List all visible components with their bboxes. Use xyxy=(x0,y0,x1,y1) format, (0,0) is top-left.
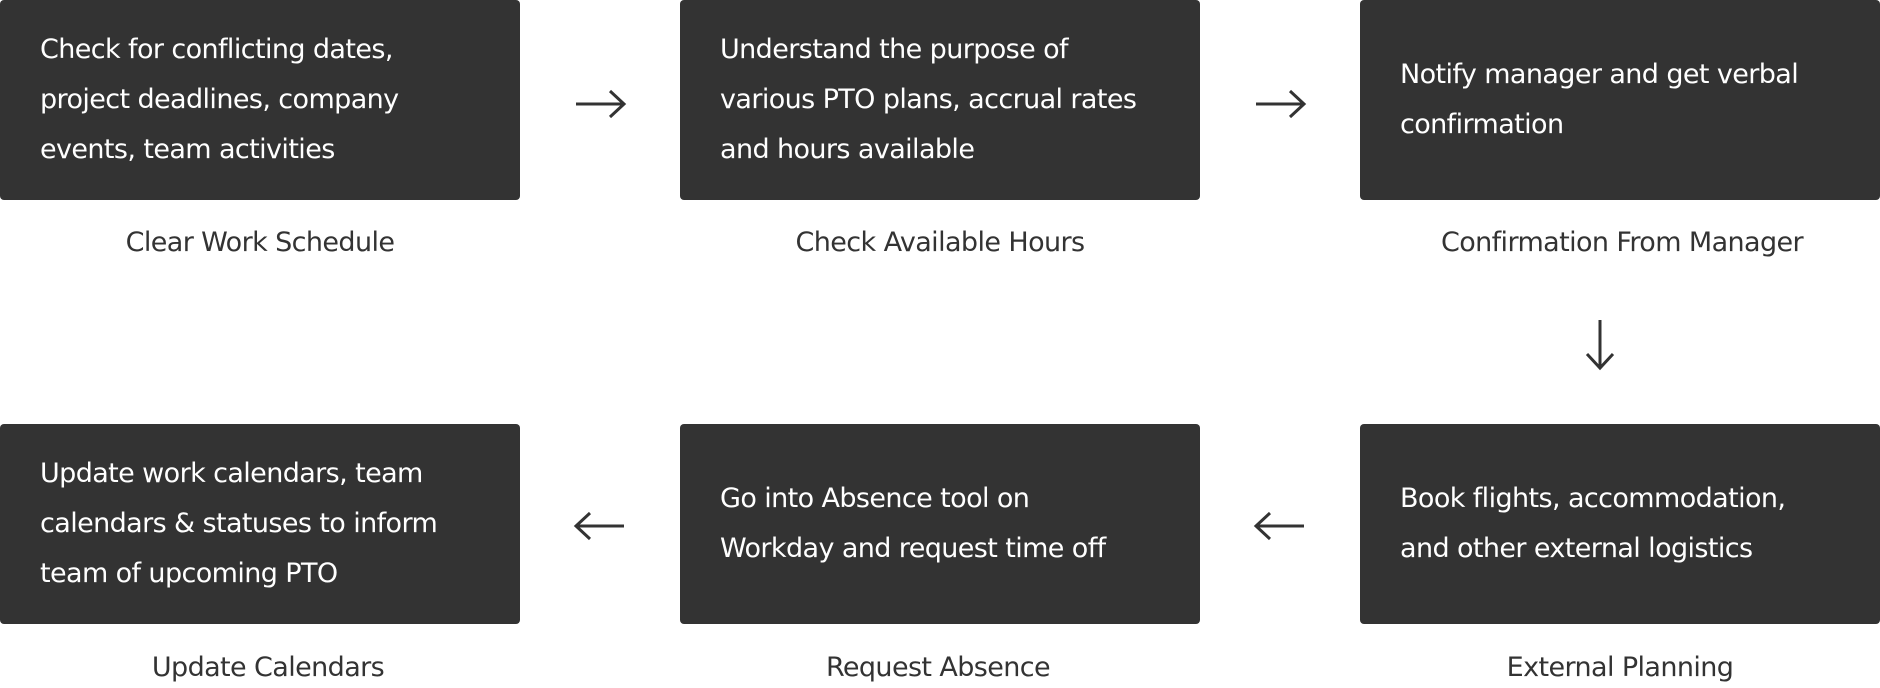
step-label: External Planning xyxy=(1506,652,1734,683)
step-box-update-calendars: Update work calendars, team calendars & … xyxy=(0,424,520,624)
step-label: Clear Work Schedule xyxy=(125,227,395,258)
step-description: Go into Absence tool on Workday and requ… xyxy=(720,483,1106,564)
arrow-right-icon xyxy=(576,89,627,119)
step-box-check-available-hours: Understand the purpose of various PTO pl… xyxy=(680,0,1200,200)
step-description: Notify manager and get verbal confirmati… xyxy=(1400,59,1799,140)
step-box-clear-work-schedule: Check for conflicting dates, project dea… xyxy=(0,0,520,200)
arrow-down-icon xyxy=(1585,320,1615,371)
step-label: Request Absence xyxy=(825,652,1051,683)
step-label: Update Calendars xyxy=(151,652,385,683)
step-box-confirmation-from-manager: Notify manager and get verbal confirmati… xyxy=(1360,0,1880,200)
step-description: Book flights, accommodation, and other e… xyxy=(1400,483,1786,564)
arrow-left-icon xyxy=(573,511,624,541)
step-box-external-planning: Book flights, accommodation, and other e… xyxy=(1360,424,1880,624)
step-label: Check Available Hours xyxy=(795,227,1086,258)
step-description: Update work calendars, team calendars & … xyxy=(40,458,438,589)
step-label: Confirmation From Manager xyxy=(1440,227,1804,258)
step-box-request-absence: Go into Absence tool on Workday and requ… xyxy=(680,424,1200,624)
step-description: Check for conflicting dates, project dea… xyxy=(40,34,399,165)
arrow-left-icon xyxy=(1253,511,1304,541)
arrow-right-icon xyxy=(1256,89,1307,119)
step-description: Understand the purpose of various PTO pl… xyxy=(720,34,1137,165)
